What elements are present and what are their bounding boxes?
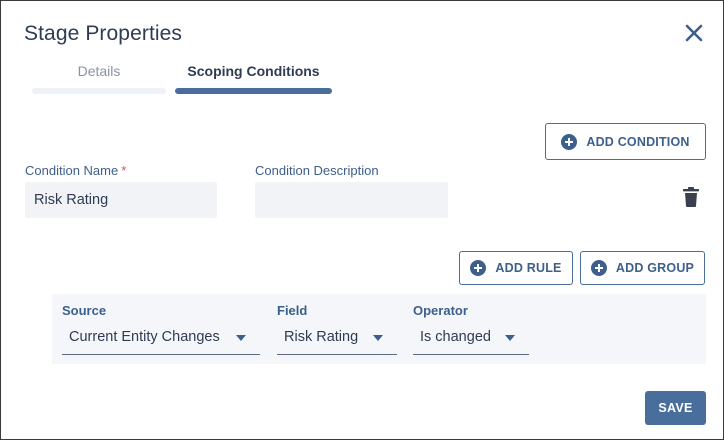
caret-down-icon — [236, 335, 246, 341]
plus-circle-icon — [590, 260, 607, 276]
add-group-label: ADD GROUP — [615, 261, 695, 275]
caret-down-icon — [373, 335, 383, 341]
dialog-title: Stage Properties — [24, 22, 183, 45]
add-condition-label: ADD CONDITION — [586, 134, 690, 149]
operator-select-value: Is changed — [420, 329, 491, 345]
tab-details-underline — [32, 88, 166, 94]
plus-circle-icon — [561, 133, 578, 150]
condition-name-label: Condition Name * — [25, 163, 126, 178]
close-icon — [685, 24, 703, 42]
trash-icon — [683, 187, 699, 207]
operator-label: Operator — [413, 303, 468, 318]
rule-row: Source Current Entity Changes Field Risk… — [52, 294, 706, 364]
tab-details[interactable]: Details — [32, 62, 166, 94]
add-rule-label: ADD RULE — [495, 261, 562, 275]
source-label: Source — [62, 303, 107, 318]
add-group-button[interactable]: ADD GROUP — [580, 251, 705, 285]
plus-circle-icon — [470, 260, 487, 276]
operator-select[interactable]: Is changed — [413, 320, 529, 355]
condition-description-label: Condition Description — [255, 163, 379, 178]
close-button[interactable] — [682, 21, 706, 45]
field-label: Field — [277, 303, 308, 318]
condition-description-input[interactable] — [255, 182, 448, 218]
stage-properties-dialog: Stage Properties Details Scoping Conditi… — [0, 0, 724, 440]
delete-condition-button[interactable] — [683, 187, 699, 207]
source-select[interactable]: Current Entity Changes — [62, 320, 260, 355]
add-condition-button[interactable]: ADD CONDITION — [545, 123, 706, 160]
condition-name-label-text: Condition Name — [25, 163, 119, 178]
save-button[interactable]: SAVE — [645, 391, 706, 425]
source-select-value: Current Entity Changes — [69, 329, 220, 345]
field-select[interactable]: Risk Rating — [277, 320, 397, 355]
tab-scoping-conditions-underline — [175, 88, 332, 94]
tab-scoping-conditions[interactable]: Scoping Conditions — [175, 62, 332, 94]
condition-name-input[interactable] — [25, 182, 217, 218]
add-rule-button[interactable]: ADD RULE — [459, 251, 573, 285]
required-marker: * — [121, 163, 127, 178]
caret-down-icon — [505, 335, 515, 341]
field-select-value: Risk Rating — [284, 329, 359, 345]
